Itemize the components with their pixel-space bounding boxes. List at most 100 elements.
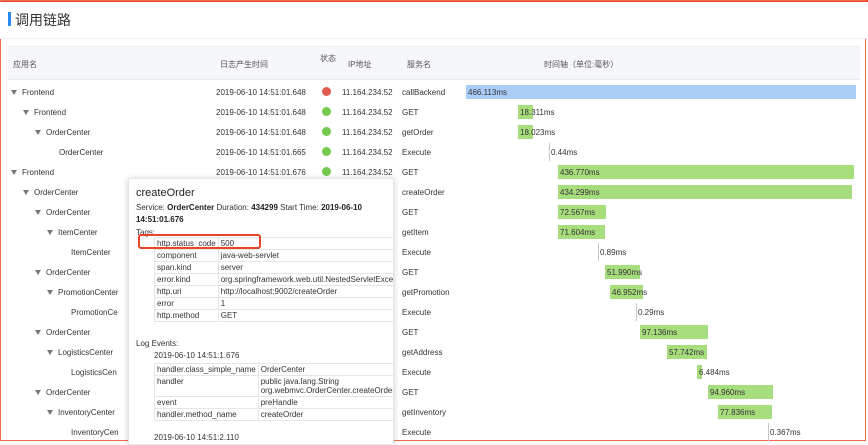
app-name: ItemCenter [58, 228, 98, 237]
kv-value: server [217, 261, 393, 274]
expand-caret-icon[interactable] [35, 270, 41, 275]
app-name: Frontend [22, 88, 55, 97]
timeline-duration: 57.742ms [669, 348, 705, 357]
popup-title: createOrder [136, 187, 195, 199]
app-name: OrderCenter [59, 148, 104, 157]
service-name: getOrder [402, 128, 434, 137]
kv-key: event [154, 396, 259, 409]
timeline-duration: 18.023ms [520, 128, 556, 137]
app-name: OrderCenter [46, 388, 91, 397]
app-name-cell: OrderCenter [59, 148, 103, 157]
table-row[interactable]: Frontend 2019-06-10 14:51:01.648 11.164.23… [8, 82, 860, 102]
timeline-duration: 466.113ms [468, 88, 507, 97]
app-name: OrderCenter [34, 188, 79, 197]
app-name: LogisticsCen [71, 368, 117, 377]
app-name-cell: InventoryCenter [47, 408, 115, 417]
log-event-time-1: 2019-06-10 14:51:1.676 [154, 351, 240, 360]
timeline-duration: 94.960ms [710, 388, 746, 397]
status-dot-icon [322, 87, 331, 96]
timeline-duration: 46.952ms [612, 288, 648, 297]
kv-key: component [154, 249, 219, 262]
app-name: PromotionCe [71, 308, 118, 317]
kv-key: span.kind [154, 261, 219, 274]
expand-caret-icon[interactable] [47, 410, 53, 415]
log-time: 2019-06-10 14:51:01.648 [216, 88, 306, 97]
kv-row: handler.class_simple_name OrderCenter [154, 363, 393, 376]
app-name: OrderCenter [46, 208, 91, 217]
expand-caret-icon[interactable] [47, 350, 53, 355]
timeline-tick [636, 303, 637, 321]
kv-row: component java-web-servlet [154, 249, 393, 262]
service-name: Execute [402, 308, 431, 317]
header-service[interactable]: 服务名 [407, 59, 431, 70]
app-name-cell: LogisticsCenter [47, 348, 113, 357]
header-timeline[interactable]: 时间轴（单位:毫秒） [544, 59, 618, 70]
kv-value: org.springframework.web.util.NestedServl… [217, 273, 393, 286]
expand-caret-icon[interactable] [23, 110, 29, 115]
status-dot-icon [322, 167, 331, 176]
ip-address: 11.164.234.52 [342, 88, 393, 97]
expand-caret-icon[interactable] [35, 130, 41, 135]
timeline-bar[interactable] [558, 165, 854, 179]
service-name: Execute [402, 428, 431, 437]
kv-key: http.method [154, 309, 219, 322]
app-name-cell: OrderCenter [35, 208, 90, 217]
service-name: GET [402, 268, 419, 277]
popup-meta-line-2: 14:51:01.676 [136, 215, 184, 224]
table-row[interactable]: OrderCenter 2019-06-10 14:51:01.665 11.164… [8, 142, 860, 162]
table-row[interactable]: OrderCenter 2019-06-10 14:51:01.648 11.164… [8, 122, 860, 142]
timeline-duration: 0.29ms [638, 308, 665, 317]
app-name: OrderCenter [46, 328, 91, 337]
app-name-cell: OrderCenter [35, 388, 90, 397]
page-header: 调用链路 [0, 2, 868, 39]
timeline-duration: 0.44ms [551, 148, 578, 157]
header-app-name[interactable]: 应用名 [13, 59, 37, 70]
header-ip[interactable]: IP地址 [348, 59, 372, 70]
log-time: 2019-06-10 14:51:01.648 [216, 128, 306, 137]
log-time: 2019-06-10 14:51:01.676 [216, 168, 306, 177]
timeline-bar[interactable] [466, 85, 856, 99]
expand-caret-icon[interactable] [11, 90, 17, 95]
expand-caret-icon[interactable] [23, 190, 29, 195]
expand-caret-icon[interactable] [11, 170, 17, 175]
duration-label: Duration: [216, 203, 249, 212]
kv-value: public java.lang.String org.webmvc.Order… [257, 375, 393, 397]
expand-caret-icon[interactable] [47, 290, 53, 295]
service-name: Execute [402, 148, 431, 157]
log-time: 2019-06-10 14:51:01.665 [216, 148, 306, 157]
expand-caret-icon[interactable] [35, 330, 41, 335]
service-name: GET [402, 328, 419, 337]
log-events-label: Log Events: [136, 339, 179, 348]
kv-value: GET [217, 309, 393, 322]
timeline-bar[interactable] [558, 185, 852, 199]
header-log-time[interactable]: 日志产生时间 [220, 59, 268, 70]
timeline-duration: 18.311ms [520, 108, 555, 117]
service-name: getItem [402, 228, 429, 237]
kv-value: createOrder [257, 408, 393, 421]
title-accent-bar [8, 12, 11, 26]
kv-key: handler [154, 375, 259, 397]
header-status[interactable]: 状态 [320, 54, 336, 63]
kv-row: http.method GET [154, 309, 393, 322]
expand-caret-icon[interactable] [35, 210, 41, 215]
timeline-duration: 97.136ms [642, 328, 678, 337]
app-name-cell: ItemCenter [71, 248, 111, 257]
service-name: getInventory [402, 408, 447, 417]
app-name: PromotionCenter [58, 288, 119, 297]
service-name: GET [402, 388, 419, 397]
timeline-duration: 77.836ms [720, 408, 756, 417]
app-name-cell: Frontend [11, 168, 54, 177]
kv-row: handler public java.lang.String org.webmv… [154, 375, 393, 397]
app-name-cell: OrderCenter [35, 128, 90, 137]
app-name: Frontend [34, 108, 67, 117]
timeline-duration: 71.604ms [560, 228, 596, 237]
start-time-label: Start Time: [280, 203, 319, 212]
expand-caret-icon[interactable] [47, 230, 53, 235]
app-name-cell: InventoryCen [71, 428, 119, 437]
expand-caret-icon[interactable] [35, 390, 41, 395]
table-row[interactable]: Frontend 2019-06-10 14:51:01.648 11.164.23… [8, 102, 860, 122]
timeline-duration: 6.484ms [699, 368, 730, 377]
kv-value: java-web-servlet [217, 249, 393, 262]
app-name-cell: PromotionCenter [47, 288, 118, 297]
timeline-duration: 0.89ms [600, 248, 627, 257]
